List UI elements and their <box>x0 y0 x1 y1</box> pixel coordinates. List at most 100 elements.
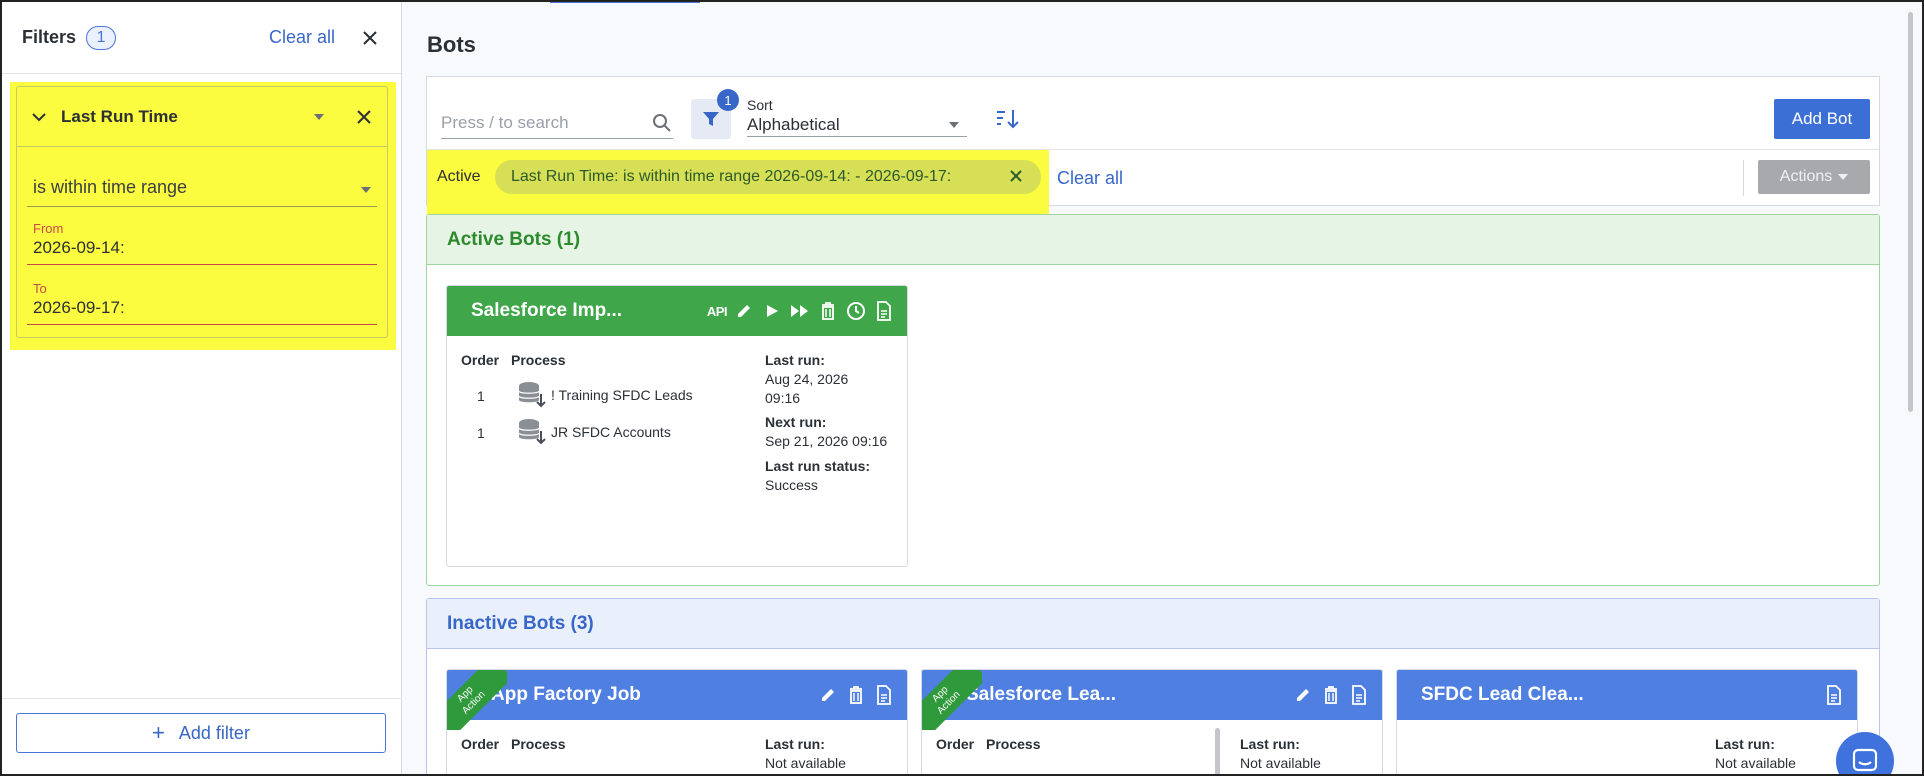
pencil-icon[interactable] <box>1292 684 1314 706</box>
last-run-label: Last run: <box>765 352 825 368</box>
trash-icon[interactable] <box>1320 684 1342 706</box>
clear-all-filters-link[interactable]: Clear all <box>269 27 335 48</box>
last-run-time-filter-highlight: Last Run Time is within time range From … <box>10 82 396 350</box>
chat-icon <box>1852 748 1878 772</box>
active-label: Active <box>437 168 481 185</box>
bot-card-header: SFDC Lead Clea... <box>1397 670 1857 720</box>
bot-card-body: Last run: Not available <box>1397 720 1857 771</box>
bot-card-body: Order Process 1 ! Training SFDC Leads 1 … <box>447 336 907 493</box>
filter-panel-title: Filters <box>22 27 77 47</box>
document-icon[interactable] <box>1348 684 1370 706</box>
bot-name[interactable]: App Factory Job <box>491 684 641 706</box>
list-item[interactable]: JR SFDC Accounts <box>517 417 671 447</box>
bot-name[interactable]: Salesforce Lea... <box>966 684 1116 706</box>
caret-down-icon[interactable] <box>309 107 329 127</box>
bot-card-body: Order Process Last run: Not available <box>447 720 907 771</box>
filter-block-title: Last Run Time <box>61 106 178 126</box>
bot-card[interactable]: App Action App Factory Job Order Process … <box>446 669 908 776</box>
bot-card-header: App Action App Factory Job <box>447 670 907 730</box>
active-filter-highlight: Active Last Run Time: is within time ran… <box>427 150 1049 216</box>
last-run-time-filter: Last Run Time is within time range From … <box>16 86 388 338</box>
operator-value: is within time range <box>33 177 188 197</box>
document-icon[interactable] <box>873 684 895 706</box>
add-filter-button[interactable]: + Add filter <box>16 713 386 753</box>
to-value: 2026-09-17: <box>33 298 125 317</box>
inactive-bots-section: Inactive Bots (3) App Action App Factory … <box>426 598 1880 776</box>
bot-card-header: App Action Salesforce Lea... <box>922 670 1382 730</box>
document-icon[interactable] <box>873 300 895 322</box>
toolbar-card: Press / to search 1 Sort Alphabetical Ad… <box>426 76 1880 216</box>
process-name: JR SFDC Accounts <box>551 424 671 440</box>
search-input[interactable]: Press / to search <box>441 107 673 139</box>
last-run-label: Last run: <box>1240 736 1300 752</box>
filter-panel-footer: + Add filter <box>2 698 402 774</box>
play-icon[interactable] <box>761 300 783 322</box>
add-bot-button[interactable]: Add Bot <box>1774 99 1870 139</box>
col-order-header: Order <box>461 352 500 368</box>
page-scrollbar[interactable] <box>1905 4 1915 414</box>
filter-block-header[interactable]: Last Run Time <box>17 87 387 147</box>
to-date-field[interactable]: To 2026-09-17: <box>27 279 377 325</box>
next-run-label: Next run: <box>765 414 827 430</box>
api-icon[interactable]: API <box>707 304 728 319</box>
next-run-value: Sep 21, 2026 09:16 <box>765 433 888 449</box>
caret-down-icon <box>1838 174 1849 180</box>
trash-icon[interactable] <box>817 300 839 322</box>
document-icon[interactable] <box>1823 684 1845 706</box>
last-run-value: Not available <box>1715 755 1796 771</box>
filter-toggle-button[interactable]: 1 <box>691 89 739 139</box>
inactive-bots-heading: Inactive Bots (3) <box>427 599 1879 649</box>
trash-icon[interactable] <box>845 684 867 706</box>
col-order-header: Order <box>936 736 975 752</box>
clock-icon[interactable] <box>845 300 867 322</box>
funnel-icon <box>703 112 719 126</box>
plus-icon: + <box>152 720 165 745</box>
page-title: Bots <box>427 32 476 57</box>
status-value: Success <box>765 477 818 493</box>
sort-select[interactable]: Sort Alphabetical <box>747 97 967 137</box>
list-item[interactable]: ! Training SFDC Leads <box>517 380 693 410</box>
sort-label: Sort <box>747 97 773 113</box>
last-run-label: Last run: <box>765 736 825 752</box>
from-label: From <box>33 221 64 236</box>
chevron-down-icon[interactable] <box>29 107 49 127</box>
bot-card[interactable]: SFDC Lead Clea... Last run: Not availabl… <box>1396 669 1858 776</box>
database-import-icon <box>518 419 546 445</box>
bot-card[interactable]: Salesforce Imp... API Order Process 1 ! … <box>446 285 908 567</box>
active-filter-chip[interactable]: Last Run Time: is within time range 2026… <box>495 160 1041 194</box>
bot-name[interactable]: SFDC Lead Clea... <box>1421 684 1584 706</box>
search-icon[interactable] <box>651 112 673 134</box>
sort-value: Alphabetical <box>747 115 840 134</box>
sort-order-icon[interactable] <box>995 107 1025 137</box>
last-run-value: Not available <box>1240 755 1321 771</box>
clear-all-active-link[interactable]: Clear all <box>1057 168 1123 189</box>
filter-panel-header: Filters 1 Clear all <box>2 2 401 74</box>
col-process-header: Process <box>511 736 566 752</box>
process-order: 1 <box>477 388 485 404</box>
card-scrollbar[interactable] <box>1215 728 1220 776</box>
filter-panel: Filters 1 Clear all Last Run Time is wit… <box>2 2 402 774</box>
close-icon[interactable] <box>1009 169 1025 185</box>
actions-label: Actions <box>1779 168 1833 185</box>
filter-count-badge: 1 <box>717 89 739 111</box>
active-filters-row: Active Last Run Time: is within time ran… <box>427 149 1879 216</box>
from-date-field[interactable]: From 2026-09-14: <box>27 219 377 265</box>
bot-actions <box>1823 684 1845 706</box>
bot-card[interactable]: App Action Salesforce Lea... Order Proces… <box>921 669 1383 776</box>
last-run-value: Not available <box>765 755 846 771</box>
actions-button[interactable]: Actions <box>1758 160 1870 194</box>
active-bots-heading: Active Bots (1) <box>427 215 1879 265</box>
close-icon[interactable] <box>359 27 381 49</box>
pencil-icon[interactable] <box>733 300 755 322</box>
filter-count-badge: 1 <box>86 25 117 50</box>
fast-forward-icon[interactable] <box>789 300 811 322</box>
pencil-icon[interactable] <box>817 684 839 706</box>
last-run-label: Last run: <box>1715 736 1775 752</box>
bot-card-body: Order Process Last run: Not available <box>922 720 1382 776</box>
remove-filter-icon[interactable] <box>353 106 375 128</box>
divider <box>1743 160 1744 196</box>
operator-select[interactable]: is within time range <box>27 169 377 207</box>
search-placeholder: Press / to search <box>441 112 569 132</box>
scrollbar-thumb[interactable] <box>1908 12 1913 412</box>
bot-name[interactable]: Salesforce Imp... <box>471 300 622 322</box>
